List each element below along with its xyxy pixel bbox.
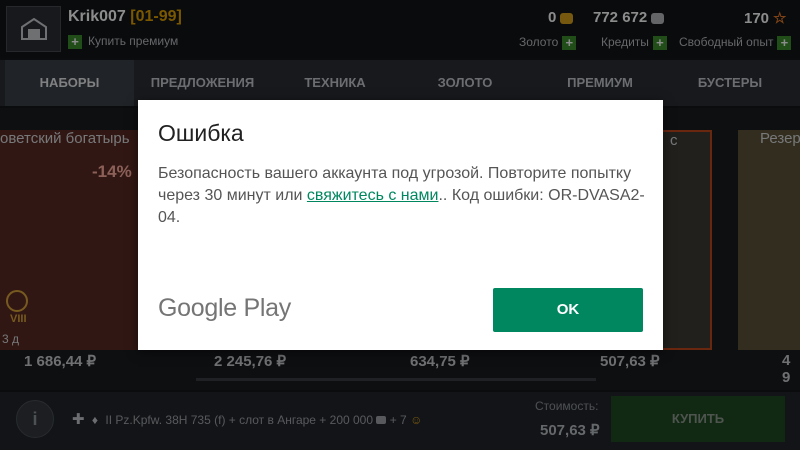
dialog-message: Безопасность вашего аккаунта под угрозой… — [158, 163, 648, 229]
contact-us-link[interactable]: свяжитесь с нами — [307, 187, 439, 204]
dialog-title: Ошибка — [158, 120, 244, 146]
error-dialog: Ошибка Безопасность вашего аккаунта под … — [138, 100, 663, 350]
ok-button[interactable]: OK — [493, 288, 643, 332]
google-play-logo: Google Play — [158, 294, 291, 322]
